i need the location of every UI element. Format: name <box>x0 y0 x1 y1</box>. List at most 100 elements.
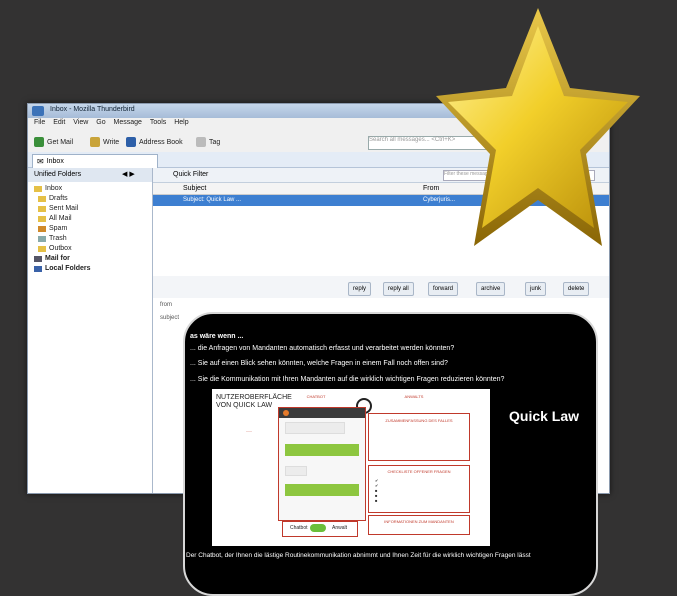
menu-edit[interactable]: Edit <box>53 119 65 126</box>
address-book-label: Address Book <box>139 138 183 146</box>
folder-icon <box>38 245 46 252</box>
tag-icon <box>196 137 206 147</box>
thunderbird-icon <box>32 106 44 116</box>
delete-button[interactable]: delete <box>563 282 590 296</box>
star-icon <box>436 8 640 246</box>
folder-icon <box>38 195 46 202</box>
folder-pane-header[interactable]: Unified Folders ◀ ▶ <box>28 168 152 182</box>
write-button[interactable]: Write <box>90 135 119 149</box>
folder-inbox[interactable]: Inbox <box>34 185 62 192</box>
promo-line-2: ... Sie auf einen Blick sehen könnten, w… <box>190 360 448 367</box>
annotation-left: —— <box>246 429 252 433</box>
chatbot-label: CHATBOT <box>306 394 326 399</box>
forward-label: forward <box>433 286 454 292</box>
get-mail-icon <box>34 137 44 147</box>
get-mail-label: Get Mail <box>47 138 74 146</box>
reply-all-label: reply all <box>388 286 409 292</box>
promo-line-1: ... die Anfragen von Mandanten automatis… <box>190 345 455 352</box>
ui-mockup: NUTZEROBERFLÄCHE VON QUICK LAW CHATBOT A… <box>212 389 490 546</box>
folder-label: Spam <box>49 225 68 232</box>
folder-label: Drafts <box>49 195 68 202</box>
case-summary-title: ZUSAMMENFASSUNG DES FALLES <box>385 418 453 423</box>
mode-toggle-switch[interactable] <box>310 524 326 532</box>
chat-bubble-bot <box>285 422 345 434</box>
address-book-icon <box>126 137 136 147</box>
folder-label: Trash <box>49 235 67 242</box>
promo-line-3: ... Sie die Kommunikation mit Ihren Mand… <box>190 376 505 383</box>
folder-icon <box>38 205 46 212</box>
folder-icon <box>38 215 46 222</box>
reply-label: reply <box>353 286 367 292</box>
anwalt-label: ANWALTS <box>404 394 424 399</box>
forward-button[interactable]: forward <box>428 282 459 296</box>
folder-label: Outbox <box>49 245 72 252</box>
chat-header <box>279 408 365 418</box>
menu-tools[interactable]: Tools <box>150 119 166 126</box>
mockup-title-line1: NUTZEROBERFLÄCHE <box>216 394 292 401</box>
menu-view[interactable]: View <box>73 119 88 126</box>
folder-pane-title: Unified Folders <box>34 171 82 178</box>
menu-help[interactable]: Help <box>174 119 188 126</box>
get-mail-button[interactable]: Get Mail <box>34 135 73 149</box>
toggle-anwalt-label: Anwalt <box>332 525 348 531</box>
tab-inbox[interactable]: ✉ Inbox <box>32 154 158 168</box>
junk-button[interactable]: junk <box>525 282 547 296</box>
folder-label: Local Folders <box>45 265 91 272</box>
trash-icon <box>38 235 46 242</box>
nav-arrows-icon[interactable]: ◀ ▶ <box>122 170 135 178</box>
archive-button[interactable]: archive <box>476 282 506 296</box>
tab-inbox-label: Inbox <box>46 158 64 165</box>
menu-go[interactable]: Go <box>96 119 105 126</box>
open-questions-box: CHECKLISTE OFFENER FRAGEN ✔ ✔ ■ ■ ■ <box>368 465 470 513</box>
inbox-tab-icon: ✉ <box>37 157 44 166</box>
archive-label: archive <box>481 286 501 292</box>
folder-label: Sent Mail <box>49 205 79 212</box>
folder-account[interactable]: Mail for <box>34 255 70 262</box>
row-subject: Subject: Quick Law ... <box>183 197 242 203</box>
promo-heading: as wäre wenn ... <box>190 333 244 340</box>
spam-icon <box>38 225 46 232</box>
client-info-box: INFORMATIONEN ZUM MANDANTEN <box>368 515 470 535</box>
folder-all-mail[interactable]: All Mail <box>38 215 72 222</box>
folder-label: Mail for <box>45 255 70 262</box>
open-questions-title: CHECKLISTE OFFENER FRAGEN <box>387 469 451 474</box>
preview-from: from <box>160 302 172 308</box>
folder-label: All Mail <box>49 215 72 222</box>
tag-button[interactable]: Tag <box>196 135 220 149</box>
folder-spam[interactable]: Spam <box>38 225 67 232</box>
folder-local[interactable]: Local Folders <box>34 265 91 272</box>
column-subject[interactable]: Subject <box>183 185 206 192</box>
chat-window[interactable] <box>278 407 366 521</box>
bot-avatar <box>283 410 289 416</box>
window-title: Inbox - Mozilla Thunderbird <box>50 106 135 113</box>
write-icon <box>90 137 100 147</box>
menu-file[interactable]: File <box>34 119 45 126</box>
chat-bubble-user-2 <box>285 484 359 496</box>
client-info-title: INFORMATIONEN ZUM MANDANTEN <box>384 519 454 524</box>
address-book-button[interactable]: Address Book <box>126 135 183 149</box>
chat-bubble-bot-2 <box>285 466 307 476</box>
local-folders-icon <box>34 265 42 272</box>
reply-button[interactable]: reply <box>348 282 372 296</box>
folder-sent[interactable]: Sent Mail <box>38 205 78 212</box>
write-label: Write <box>103 138 120 146</box>
quick-filter-button[interactable]: Quick Filter <box>173 171 208 178</box>
brand-quick-law: Quick Law <box>509 408 580 424</box>
toggle-chatbot-label: Chatbot <box>290 525 308 531</box>
folder-icon <box>34 185 42 192</box>
promo-footer: Der Chatbot, der Ihnen die lästige Routi… <box>186 552 531 559</box>
preview-subject: subject <box>160 315 180 321</box>
checklist: ✔ ✔ ■ ■ ■ <box>375 478 379 503</box>
tag-label: Tag <box>209 138 221 146</box>
chat-bubble-user <box>285 444 359 456</box>
menu-message[interactable]: Message <box>114 119 142 126</box>
junk-label: junk <box>530 286 542 292</box>
folder-outbox[interactable]: Outbox <box>38 245 72 252</box>
reply-all-button[interactable]: reply all <box>383 282 414 296</box>
delete-label: delete <box>568 286 585 292</box>
folder-label: Inbox <box>45 185 63 192</box>
folder-drafts[interactable]: Drafts <box>38 195 68 202</box>
folder-trash[interactable]: Trash <box>38 235 67 242</box>
case-summary-box: ZUSAMMENFASSUNG DES FALLES <box>368 413 470 461</box>
account-icon <box>34 255 42 262</box>
